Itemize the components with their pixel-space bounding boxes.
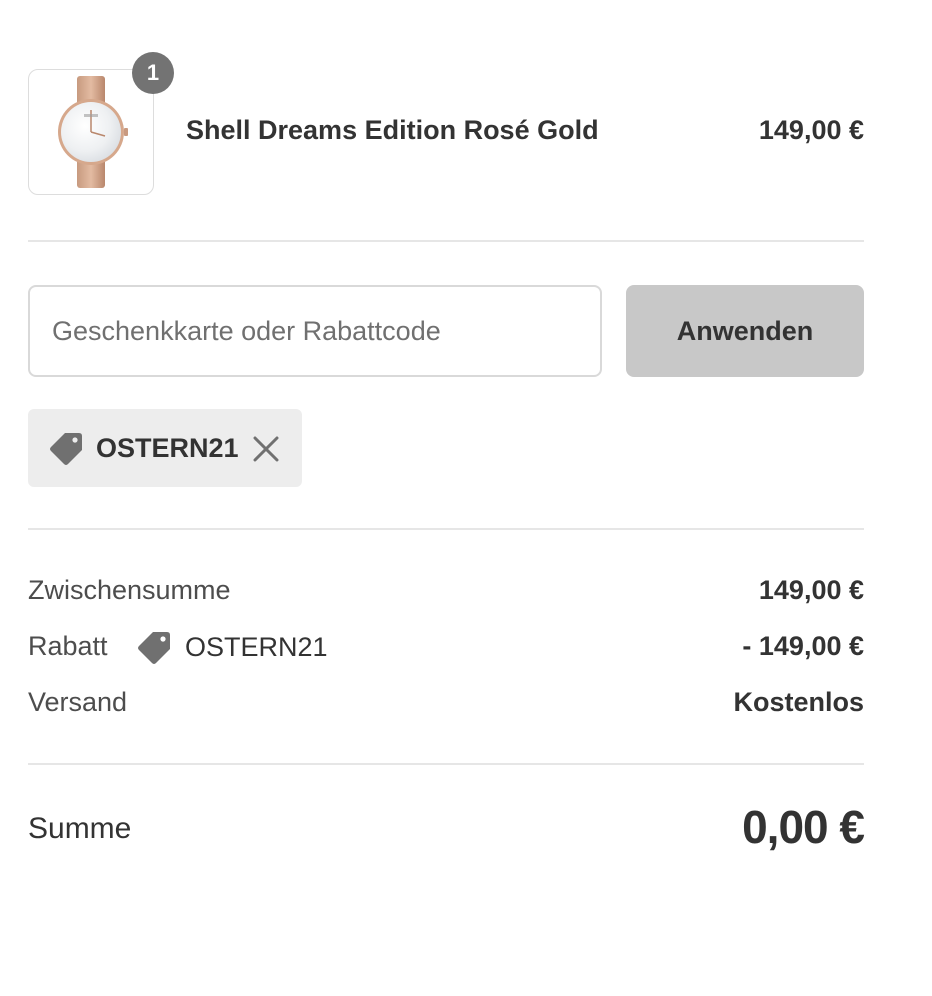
order-summary: 1 Shell Dreams Edition Rosé Gold 149,00 … [28,0,865,996]
line-item: 1 Shell Dreams Edition Rosé Gold 149,00 … [28,52,864,197]
divider [28,240,864,242]
subtotal-row: Zwischensumme 149,00 € [28,575,864,609]
total-row: Summe 0,00 € [28,800,865,860]
discount-code-label: OSTERN21 [96,433,239,463]
quantity-badge: 1 [132,52,174,94]
total-label: Summe [28,812,132,845]
watch-image [58,76,128,188]
tag-icon [138,631,170,664]
discount-row: Rabatt OSTERN21 - 149,00 € [28,631,864,665]
product-thumbnail [28,69,154,195]
subtotal-value: 149,00 € [758,575,864,605]
subtotal-label: Zwischensumme [28,575,231,605]
discount-code: OSTERN21 [185,631,328,662]
divider [28,528,864,530]
apply-discount-button[interactable]: Anwenden [626,285,864,377]
applied-discount-tag: OSTERN21 [28,409,302,487]
divider [28,763,864,765]
shipping-row: Versand Kostenlos [28,687,864,721]
discount-label: Rabatt [28,631,108,661]
shipping-label: Versand [28,687,128,717]
discount-code-input[interactable] [28,285,602,377]
close-icon[interactable] [250,433,282,465]
product-price: 149,00 € [758,115,864,145]
tag-icon [50,433,82,465]
discount-value: - 149,00 € [742,631,864,661]
shipping-value: Kostenlos [733,687,864,717]
product-title: Shell Dreams Edition Rosé Gold [186,115,599,145]
total-value: 0,00 € [742,801,865,853]
discount-code-inline: OSTERN21 [136,627,328,667]
